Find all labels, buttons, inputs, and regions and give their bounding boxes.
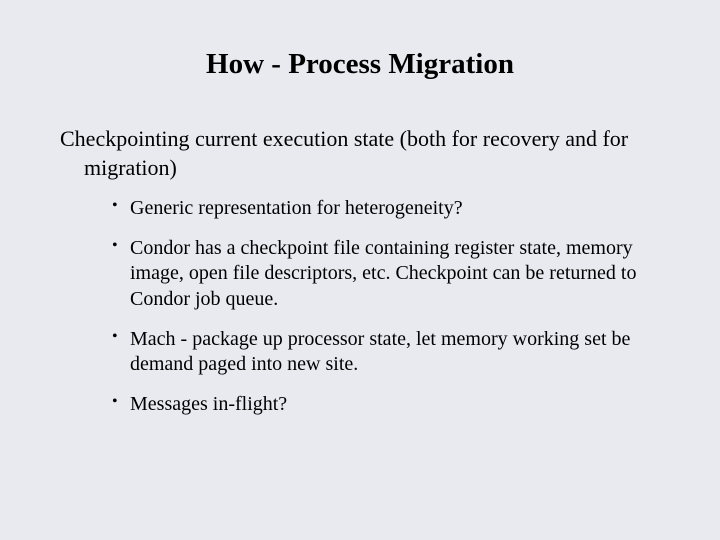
list-item: Mach - package up processor state, let m… bbox=[112, 327, 660, 378]
list-item: Generic representation for heterogeneity… bbox=[112, 196, 660, 222]
slide-container: How - Process Migration Checkpointing cu… bbox=[0, 0, 720, 540]
slide-title: How - Process Migration bbox=[60, 48, 660, 81]
main-point: Checkpointing current execution state (b… bbox=[60, 125, 660, 182]
list-item: Messages in-flight? bbox=[112, 392, 660, 418]
bullet-list: Generic representation for heterogeneity… bbox=[112, 196, 660, 417]
list-item: Condor has a checkpoint file containing … bbox=[112, 236, 660, 313]
